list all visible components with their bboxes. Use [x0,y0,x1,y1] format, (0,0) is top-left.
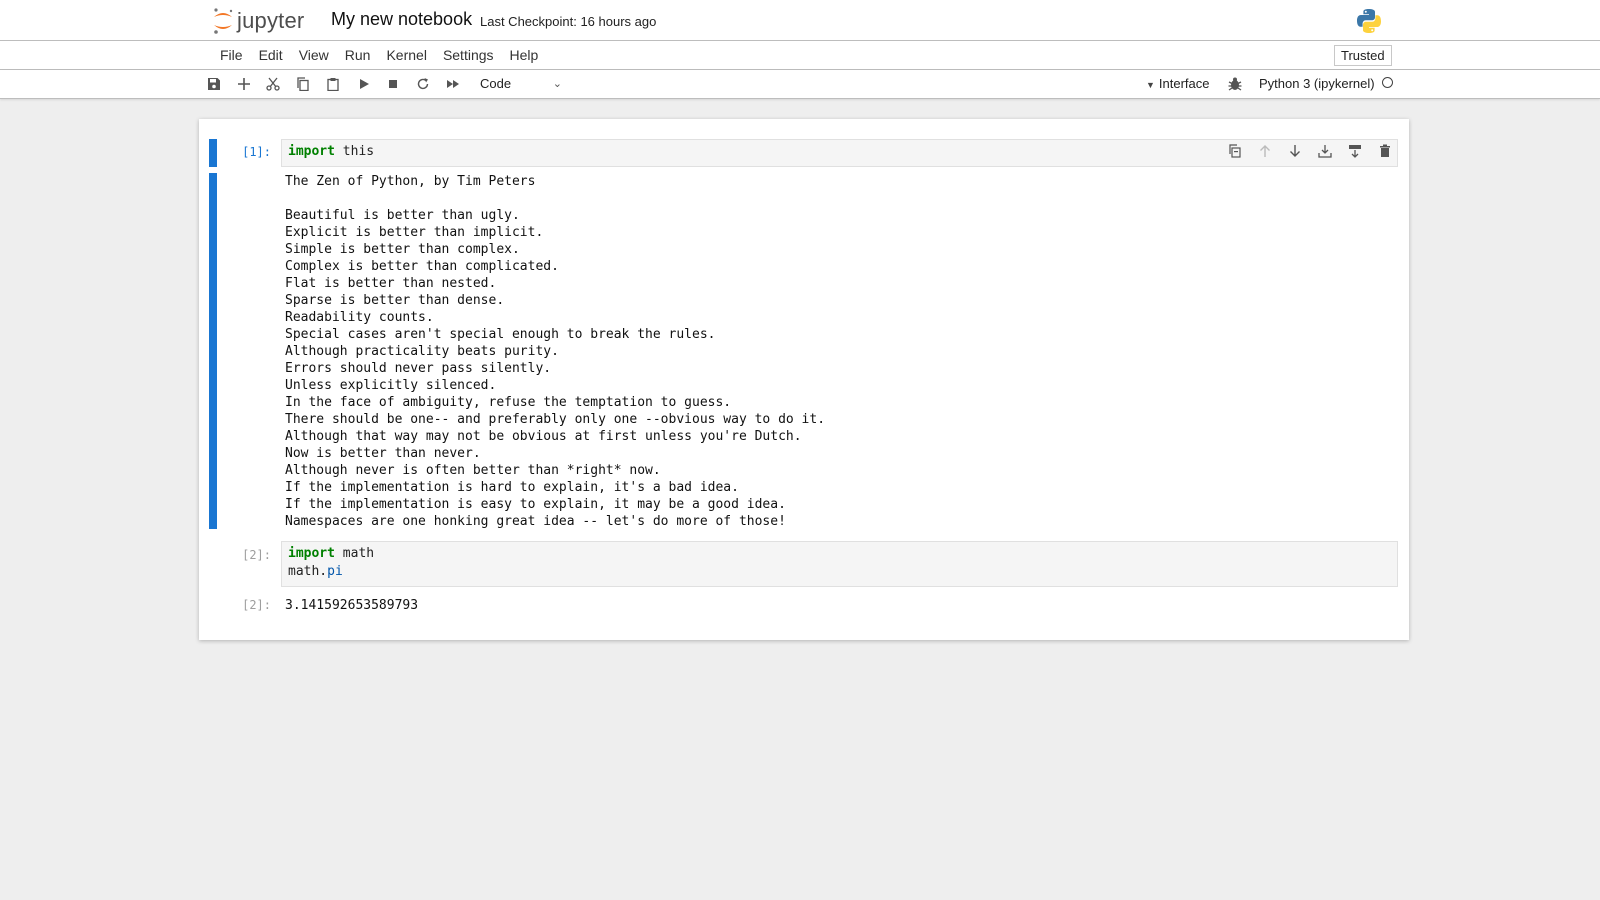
save-icon [208,78,220,90]
insert-above-icon [1318,145,1332,158]
kernel-status-circle-icon [1382,77,1393,88]
output-line: Unless explicitly silenced. [285,378,497,393]
main-menu: File Edit View Run Kernel Settings Help [212,41,546,69]
play-icon [360,79,369,89]
output-line: Sparse is better than dense. [285,293,505,308]
duplicate-icon [1229,144,1241,158]
notebook-title[interactable]: My new notebook [331,9,472,30]
python-logo-icon [1357,9,1381,33]
output-line: In the face of ambiguity, refuse the tem… [285,395,732,410]
menu-file[interactable]: File [212,41,251,69]
output-prompt: [2]: [242,598,271,612]
output-line: There should be one-- and preferably onl… [285,412,826,427]
output-line: Simple is better than complex. [285,242,520,257]
code-keyword: import [288,546,335,561]
notebook-toolbar: Code ⌄ ▼ Interface Python 3 (ipykernel) [0,70,1600,99]
add-cell-button[interactable] [233,74,255,94]
refresh-icon [417,78,429,90]
cell-type-select[interactable]: Code ⌄ [476,73,566,95]
move-down-button[interactable] [1284,141,1306,161]
fast-forward-icon [447,80,459,88]
output-line: The Zen of Python, by Tim Peters [285,174,536,189]
menu-view[interactable]: View [291,41,337,69]
output-line: Although never is often better than *rig… [285,463,661,478]
cut-button[interactable] [262,74,284,94]
menu-settings[interactable]: Settings [435,41,502,69]
output-line: Errors should never pass silently. [285,361,552,376]
input-prompt: [1]: [242,145,271,159]
caret-down-icon: ▼ [1146,80,1155,90]
menu-kernel[interactable]: Kernel [378,41,434,69]
code-keyword: import [288,144,335,159]
output-line: Special cases aren't special enough to b… [285,327,716,342]
cell-toolbar [1224,141,1396,161]
copy-icon [297,77,309,91]
jupyter-logo[interactable]: jupyter [211,6,304,36]
chevron-down-icon: ⌄ [552,78,562,90]
interface-switcher[interactable]: ▼ Interface [1146,76,1210,91]
output-line: Flat is better than nested. [285,276,497,291]
code-text: math [334,546,375,561]
trusted-indicator[interactable]: Trusted [1334,45,1392,66]
cell-type-value: Code [480,76,512,91]
output-line: Beautiful is better than ugly. [285,208,520,223]
notebook-panel: [1]: import this The Zen of Python, by T… [199,119,1409,640]
duplicate-cell-button[interactable] [1224,141,1246,161]
checkpoint-status: Last Checkpoint: 16 hours ago [480,14,657,29]
output-line: Namespaces are one honking great idea --… [285,514,786,529]
menu-edit[interactable]: Edit [251,41,291,69]
save-button[interactable] [203,74,225,94]
menu-help[interactable]: Help [502,41,547,69]
arrow-up-icon [1260,145,1270,157]
cell-output: 3.141592653589793 [285,598,419,613]
cell-output: The Zen of Python, by Tim Peters Beautifu… [285,173,825,530]
code-attribute: pi [327,564,343,579]
paste-icon [327,78,339,91]
stop-icon [389,80,397,88]
output-line: Readability counts. [285,310,434,325]
copy-button[interactable] [292,74,314,94]
restart-kernel-button[interactable] [412,74,434,94]
plus-icon [238,78,250,90]
insert-below-icon [1349,145,1361,158]
interrupt-kernel-button[interactable] [382,74,404,94]
insert-above-button[interactable] [1314,141,1336,161]
arrow-down-icon [1290,145,1300,157]
insert-below-button[interactable] [1344,141,1366,161]
output-collapser[interactable] [209,173,217,529]
paste-button[interactable] [322,74,344,94]
trash-icon [1380,144,1390,157]
code-text: math. [288,564,328,579]
delete-cell-button[interactable] [1374,141,1396,161]
menu-bar: File Edit View Run Kernel Settings Help … [0,41,1600,70]
interface-label: Interface [1158,76,1210,91]
menu-run[interactable]: Run [337,41,379,69]
output-line: Explicit is better than implicit. [285,225,544,240]
output-line: Although practicality beats purity. [285,344,559,359]
input-collapser[interactable] [209,139,217,167]
output-line: Although that way may not be obvious at … [285,429,802,444]
output-line: Now is better than never. [285,446,481,461]
jupyter-logo-text: jupyter [237,8,305,33]
jupyter-logo-icon [214,8,233,34]
code-cell-input[interactable]: import math math.pi [281,541,1398,587]
output-line: If the implementation is easy to explain… [285,497,786,512]
output-line: If the implementation is hard to explain… [285,480,739,495]
kernel-name[interactable]: Python 3 (ipykernel) [1259,76,1375,91]
top-bar: jupyter My new notebook Last Checkpoint:… [0,0,1600,41]
restart-run-all-button[interactable] [442,74,464,94]
bug-icon[interactable] [1227,76,1243,92]
scissors-icon [266,77,280,91]
input-prompt: [2]: [242,548,271,562]
code-text: this [334,144,375,159]
run-cell-button[interactable] [353,74,375,94]
move-up-button[interactable] [1254,141,1276,161]
output-line: Complex is better than complicated. [285,259,559,274]
